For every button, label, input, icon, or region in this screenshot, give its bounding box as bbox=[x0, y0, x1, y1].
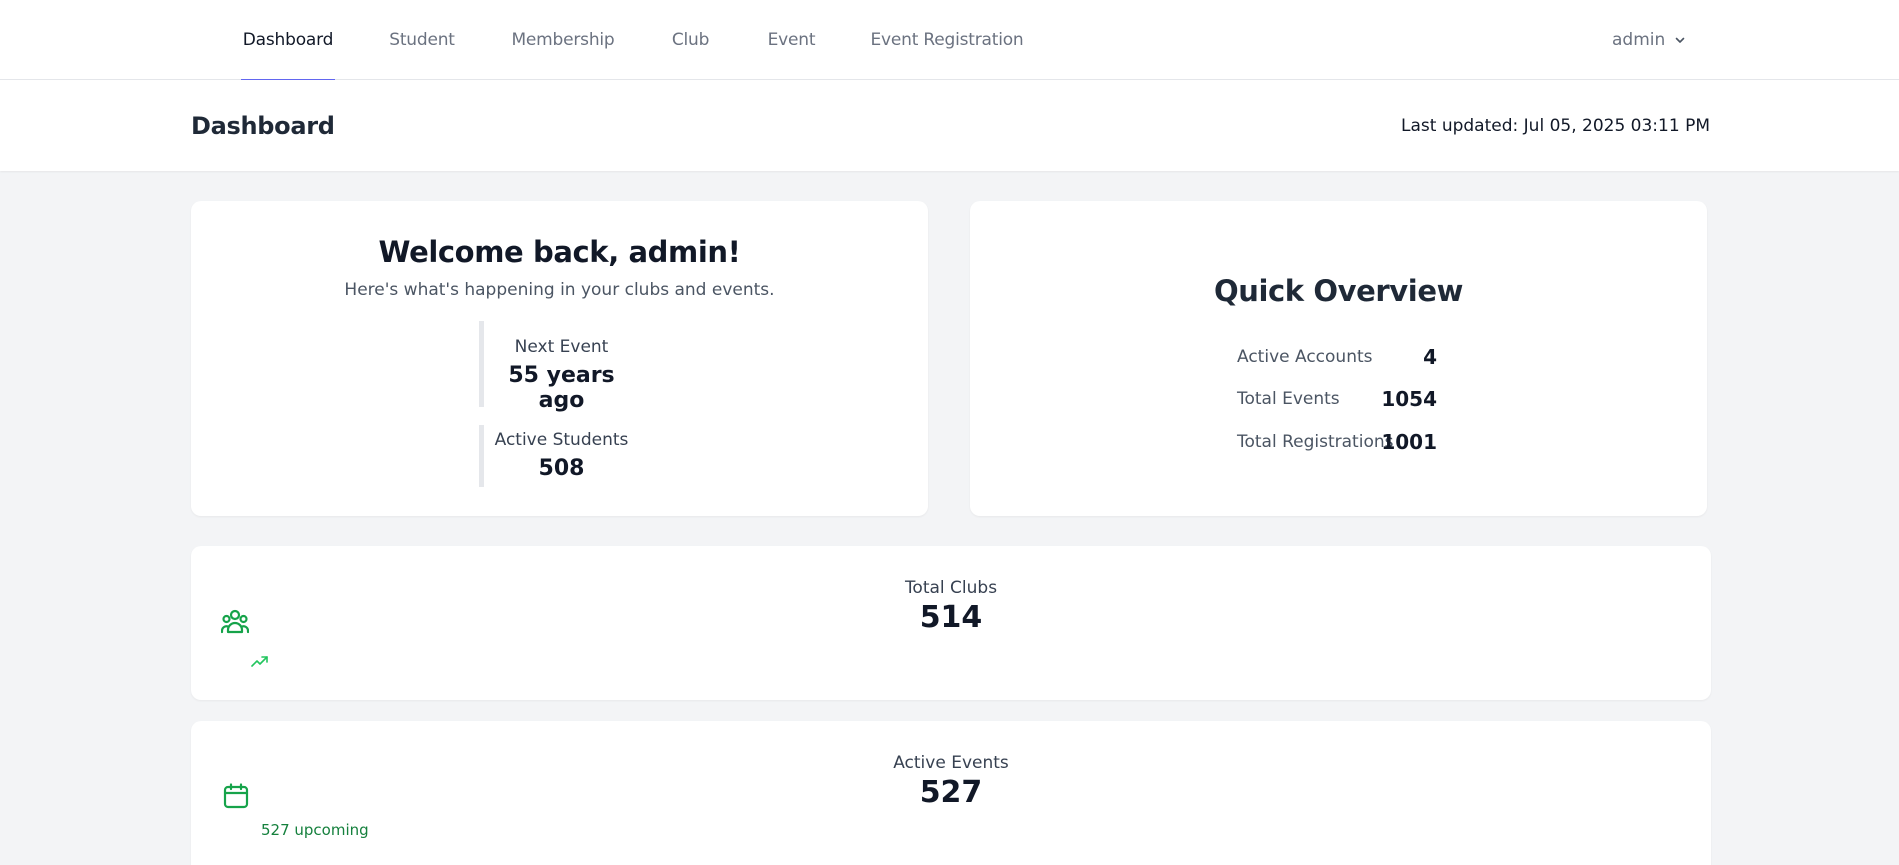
nav-item-club[interactable]: Club bbox=[667, 0, 714, 80]
overview-row-value: 1001 bbox=[1381, 430, 1437, 454]
total-clubs-value: 514 bbox=[919, 600, 983, 635]
quick-overview-card: Quick Overview Active Accounts 4 Total E… bbox=[970, 201, 1707, 516]
next-event-label: Next Event bbox=[514, 337, 609, 357]
next-event-stat: Next Event 55 years ago bbox=[479, 321, 639, 413]
welcome-card: Welcome back, admin! Here's what's happe… bbox=[191, 201, 928, 516]
next-event-value: 55 years ago bbox=[508, 363, 615, 413]
welcome-subtitle: Here's what's happening in your clubs an… bbox=[344, 280, 775, 300]
nav-item-membership[interactable]: Membership bbox=[509, 0, 617, 80]
active-students-stat: Active Students 508 bbox=[479, 425, 639, 487]
user-name: admin bbox=[1612, 30, 1666, 50]
overview-row-label: Total Registrations bbox=[1237, 432, 1394, 452]
overview-row-value: 4 bbox=[1423, 345, 1437, 369]
total-clubs-card: Total Clubs 514 bbox=[191, 546, 1711, 700]
active-students-value: 508 bbox=[538, 456, 585, 481]
total-clubs-label: Total Clubs bbox=[904, 578, 998, 598]
overview-row-active-accounts: Active Accounts 4 bbox=[1237, 345, 1437, 371]
upcoming-events-count: 527 upcoming bbox=[261, 821, 369, 839]
nav-item-dashboard[interactable]: Dashboard bbox=[241, 0, 335, 81]
overview-row-value: 1054 bbox=[1381, 387, 1437, 411]
active-events-card: 527 upcoming Active Events 527 bbox=[191, 721, 1711, 865]
active-students-label: Active Students bbox=[494, 430, 629, 450]
overview-row-label: Total Events bbox=[1237, 389, 1340, 409]
nav-item-event[interactable]: Event bbox=[764, 0, 819, 80]
overview-row-total-events: Total Events 1054 bbox=[1237, 387, 1437, 413]
last-updated-text: Last updated: Jul 05, 2025 03:11 PM bbox=[1401, 116, 1710, 136]
overview-title: Quick Overview bbox=[1213, 274, 1464, 308]
page-header: Dashboard Last updated: Jul 05, 2025 03:… bbox=[0, 80, 1899, 171]
overview-row-label: Active Accounts bbox=[1237, 347, 1373, 367]
overview-row-total-registrations: Total Registrations 1001 bbox=[1237, 430, 1437, 456]
top-navigation: Dashboard Student Membership Club Event … bbox=[0, 0, 1899, 81]
user-menu-button[interactable]: admin bbox=[1612, 26, 1685, 54]
welcome-title: Welcome back, admin! bbox=[378, 235, 741, 269]
trending-up-icon bbox=[251, 656, 268, 667]
active-events-value: 527 bbox=[919, 775, 983, 810]
active-events-label: Active Events bbox=[893, 753, 1009, 773]
chevron-down-icon bbox=[1675, 37, 1685, 43]
page-title: Dashboard bbox=[191, 112, 335, 140]
nav-item-student[interactable]: Student bbox=[386, 0, 458, 80]
nav-item-event-registration[interactable]: Event Registration bbox=[869, 0, 1025, 80]
